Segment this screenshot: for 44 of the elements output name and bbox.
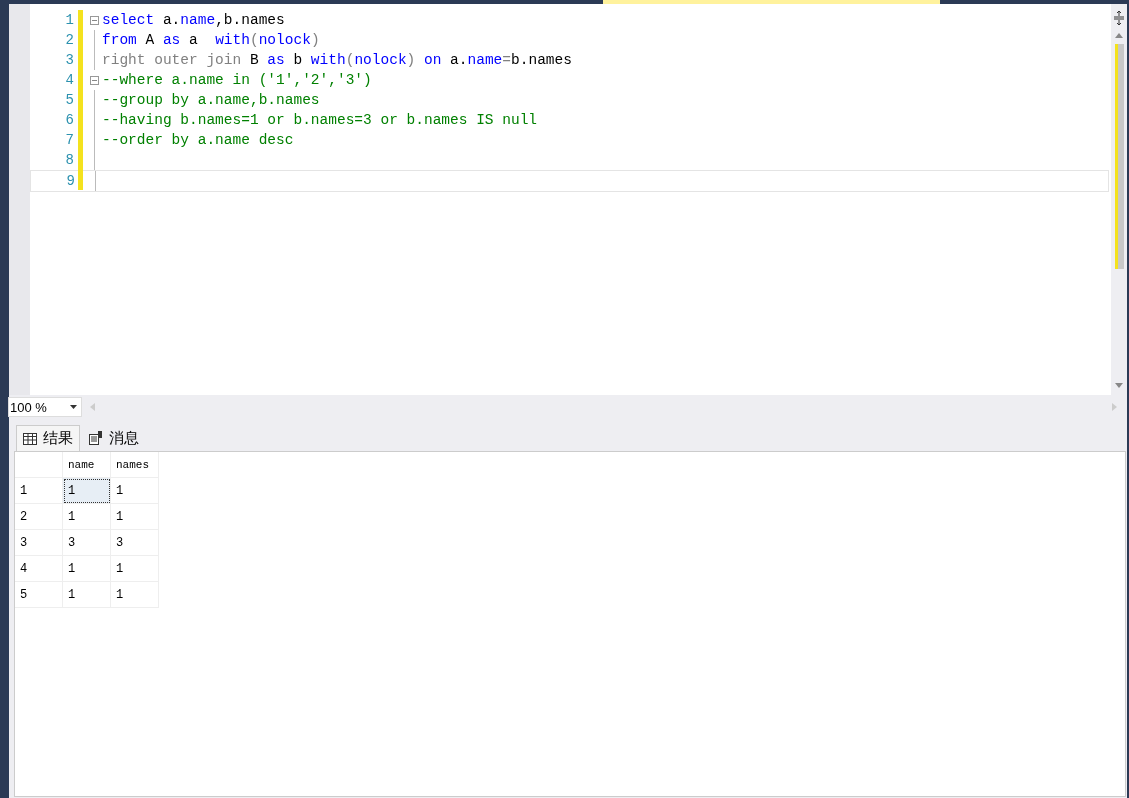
collapse-icon[interactable]: [90, 15, 99, 25]
row-number[interactable]: 5: [15, 581, 63, 608]
code-line: --having b.names=1 or b.names=3 or b.names IS null: [102, 112, 538, 128]
document-icon: [89, 431, 103, 445]
table-cell[interactable]: 1: [62, 555, 111, 582]
scrollbar-thumb[interactable]: [1114, 44, 1124, 269]
line-number: 6: [64, 112, 74, 128]
row-number[interactable]: 2: [15, 503, 63, 530]
line-number: 9: [65, 173, 75, 189]
table-cell[interactable]: 1: [62, 581, 111, 608]
caret-icon: [70, 405, 77, 409]
scroll-up-icon[interactable]: [1115, 32, 1123, 38]
table-cell[interactable]: 3: [110, 529, 159, 556]
column-header[interactable]: name: [62, 452, 111, 478]
line-number: 2: [64, 32, 74, 48]
row-number[interactable]: 4: [15, 555, 63, 582]
table-cell[interactable]: 1: [110, 503, 159, 530]
scroll-down-icon[interactable]: [1115, 383, 1123, 389]
table-cell[interactable]: 1: [110, 581, 159, 608]
table-cell[interactable]: 3: [62, 529, 111, 556]
split-icon[interactable]: [1113, 10, 1125, 26]
line-number: 8: [64, 152, 74, 168]
line-number: 3: [64, 52, 74, 68]
table-cell[interactable]: 1: [62, 503, 111, 530]
line-number: 4: [64, 72, 74, 88]
code-line: --group by a.name,b.names: [102, 92, 320, 108]
zoom-dropdown[interactable]: 100 %: [8, 397, 82, 417]
row-number[interactable]: 1: [15, 477, 63, 504]
table-cell[interactable]: 1: [110, 477, 159, 504]
code-line: --order by a.name desc: [102, 132, 294, 148]
line-number: 1: [64, 12, 74, 28]
column-header[interactable]: names: [110, 452, 159, 478]
results-tab[interactable]: 消息: [82, 425, 146, 451]
collapse-icon[interactable]: [90, 75, 99, 85]
row-number[interactable]: 3: [15, 529, 63, 556]
code-line: from A as a with(nolock): [102, 32, 320, 48]
line-number: 7: [64, 132, 74, 148]
code-line: right outer join B as b with(nolock) on a.name=b.names: [102, 52, 572, 68]
line-number: 5: [64, 92, 74, 108]
results-tab[interactable]: 结果: [16, 425, 80, 451]
grid-icon: [23, 432, 37, 445]
code-line: select a.name,b.names: [102, 12, 285, 28]
table-cell[interactable]: 1: [110, 555, 159, 582]
code-line: --where a.name in ('1','2','3'): [102, 72, 372, 88]
